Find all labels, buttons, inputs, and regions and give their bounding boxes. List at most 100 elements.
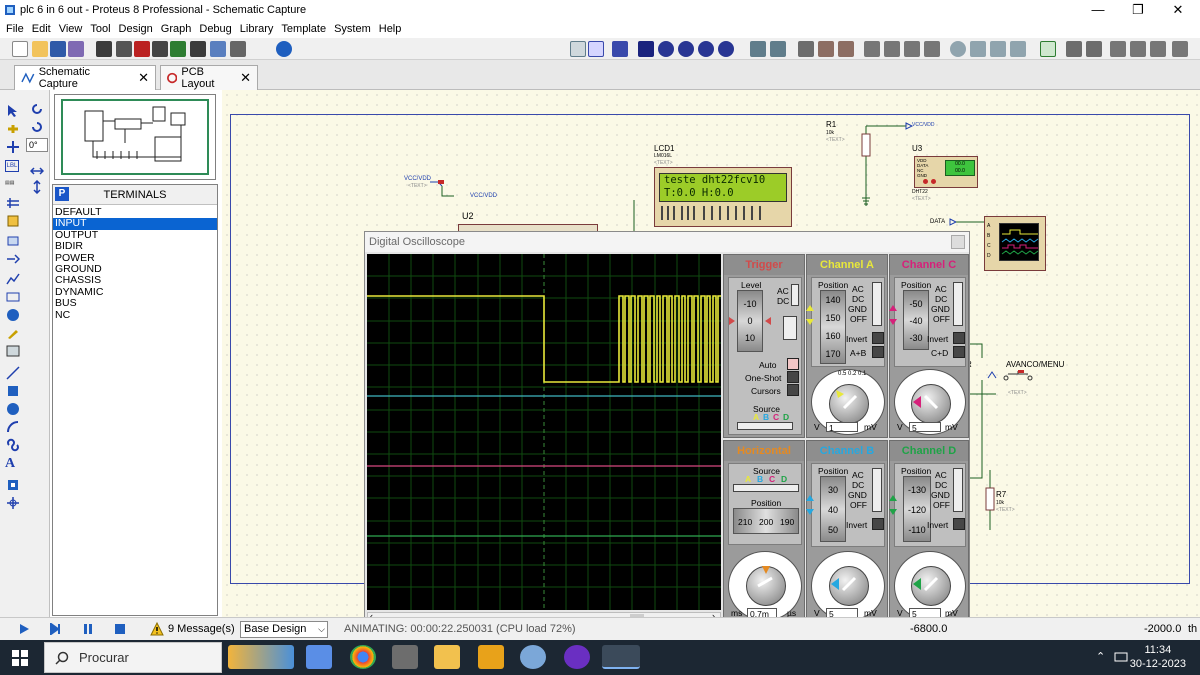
design-explorer-icon[interactable] [210, 41, 226, 57]
play-icon[interactable] [18, 623, 30, 635]
terminal-item-bus[interactable]: BUS [53, 297, 217, 309]
channel-b-volts-dial[interactable]: V 5 mV [811, 551, 885, 621]
pause-icon[interactable] [82, 623, 94, 635]
zoom-in-icon[interactable] [658, 41, 674, 57]
terminal-item-bidir[interactable]: BIDIR [53, 240, 217, 252]
schematic-icon[interactable] [116, 41, 132, 57]
tape-recorder-mode-icon[interactable] [6, 290, 20, 304]
trigger-source-c[interactable]: C [773, 412, 779, 422]
rotate-cw-icon[interactable] [30, 102, 44, 116]
wire-label-mode-icon[interactable]: LBL [5, 160, 19, 172]
channel-a-invert-button[interactable] [872, 332, 884, 344]
channel-a-position-slider[interactable]: 140 150 160 170 [820, 290, 846, 364]
property-assignment-icon[interactable] [1086, 41, 1102, 57]
avanco-menu-switch[interactable] [1000, 370, 1040, 382]
bus-mode-icon[interactable] [6, 196, 20, 210]
paste-icon[interactable] [838, 41, 854, 57]
refresh-icon[interactable] [570, 41, 586, 57]
3d-viewer-icon[interactable] [152, 41, 168, 57]
messages-count[interactable]: 9 Message(s) [168, 623, 235, 635]
grid-toggle-icon[interactable] [588, 41, 604, 57]
cut-icon[interactable] [798, 41, 814, 57]
lcd-component[interactable]: teste dht22fcv10 T:0.0 H:0.0 [654, 167, 792, 227]
remove-sheet-icon[interactable] [1130, 41, 1146, 57]
design-variant-select[interactable]: Base Design ⌵ [240, 621, 328, 638]
step-icon[interactable] [50, 623, 62, 635]
chrome-icon[interactable] [350, 645, 376, 669]
decompose-icon[interactable] [1010, 41, 1026, 57]
oscilloscope-instrument[interactable]: A B C D [984, 216, 1046, 271]
channel-d-invert-button[interactable] [953, 518, 965, 530]
block-rotate-icon[interactable] [904, 41, 920, 57]
r1-resistor[interactable] [856, 120, 916, 210]
sticky-app-icon[interactable] [478, 645, 504, 669]
new-file-icon[interactable] [12, 41, 28, 57]
marker-mode-icon[interactable] [6, 496, 20, 510]
pick-device-icon[interactable] [950, 41, 966, 57]
taskbar-clock[interactable]: 11:34 30-12-2023 [1130, 643, 1186, 671]
trigger-coupling-switch[interactable] [791, 284, 799, 306]
menu-file[interactable]: File [4, 23, 30, 35]
zoom-area-icon[interactable] [718, 41, 734, 57]
tab-pcb-layout[interactable]: PCB Layout ✕ [160, 65, 258, 90]
virtual-instruments-mode-icon[interactable] [6, 344, 20, 358]
channel-b-invert-button[interactable] [872, 518, 884, 530]
gerber-icon[interactable] [170, 41, 186, 57]
menu-design[interactable]: Design [117, 23, 159, 35]
channel-c-dial-value[interactable]: 5 [909, 422, 941, 433]
channel-c-volts-dial[interactable]: V 5 mV [894, 369, 966, 435]
channel-a-dial-value[interactable]: 1 [826, 422, 858, 433]
mirror-horizontal-icon[interactable] [30, 164, 44, 178]
terminal-item-nc[interactable]: NC [53, 309, 217, 321]
block-move-icon[interactable] [884, 41, 900, 57]
undo-icon[interactable] [750, 41, 766, 57]
trigger-source-slider[interactable] [737, 422, 793, 430]
horizontal-position-slider[interactable]: 210 200 190 [733, 508, 799, 534]
trigger-source-d[interactable]: D [783, 412, 789, 422]
symbol-mode-icon[interactable] [6, 478, 20, 492]
horizontal-source-a[interactable]: A [745, 474, 751, 484]
exit-to-parent-icon[interactable] [1150, 41, 1166, 57]
home-icon[interactable] [96, 41, 112, 57]
menu-edit[interactable]: Edit [30, 23, 57, 35]
open-folder-icon[interactable] [32, 41, 48, 57]
channel-c-invert-button[interactable] [953, 332, 965, 344]
trigger-one-shot-button[interactable] [787, 371, 799, 383]
channel-b-position-slider[interactable]: 30 40 50 [820, 476, 846, 542]
copy-icon[interactable] [818, 41, 834, 57]
voltage-probe-mode-icon[interactable] [6, 326, 20, 340]
electrical-rule-check-icon[interactable] [1172, 41, 1188, 57]
import-icon[interactable] [68, 41, 84, 57]
box-mode-icon[interactable] [6, 384, 20, 398]
u3-button-up[interactable] [931, 179, 936, 184]
new-sheet-icon[interactable] [1110, 41, 1126, 57]
graph-mode-icon[interactable] [6, 272, 20, 286]
search-tag-icon[interactable] [1066, 41, 1082, 57]
junction-mode-icon[interactable] [6, 140, 20, 154]
menu-system[interactable]: System [332, 23, 377, 35]
bom-icon[interactable] [190, 41, 206, 57]
menu-help[interactable]: Help [377, 23, 408, 35]
u3-dht22-component[interactable]: VDD DATA NC GND 00.0 00.0 [914, 156, 978, 188]
network-icon[interactable] [1114, 651, 1128, 663]
close-button[interactable]: ✕ [1160, 0, 1196, 20]
notes-icon[interactable] [230, 41, 246, 57]
pan-icon[interactable] [638, 41, 654, 57]
subcircuit-mode-icon[interactable] [6, 214, 20, 228]
calculator-icon[interactable] [392, 645, 418, 669]
horizontal-time-dial[interactable]: ms 0.7m µs [728, 551, 802, 621]
arc-mode-icon[interactable] [6, 420, 20, 434]
text-script-mode-icon[interactable]: ▤▤ [5, 180, 19, 192]
zoom-out-icon[interactable] [678, 41, 694, 57]
generator-mode-icon[interactable] [6, 308, 20, 322]
channel-a-coupling-switch[interactable] [872, 282, 882, 326]
line-mode-icon[interactable] [6, 366, 20, 380]
maximize-button[interactable]: ❐ [1120, 0, 1156, 20]
menu-debug[interactable]: Debug [197, 23, 237, 35]
redo-icon[interactable] [770, 41, 786, 57]
taskbar-search-box[interactable]: Procurar [44, 642, 222, 673]
channel-c-coupling-switch[interactable] [953, 282, 963, 326]
wire-autorouter-icon[interactable] [1040, 41, 1056, 57]
block-delete-icon[interactable] [924, 41, 940, 57]
file-explorer-icon[interactable] [434, 645, 460, 669]
